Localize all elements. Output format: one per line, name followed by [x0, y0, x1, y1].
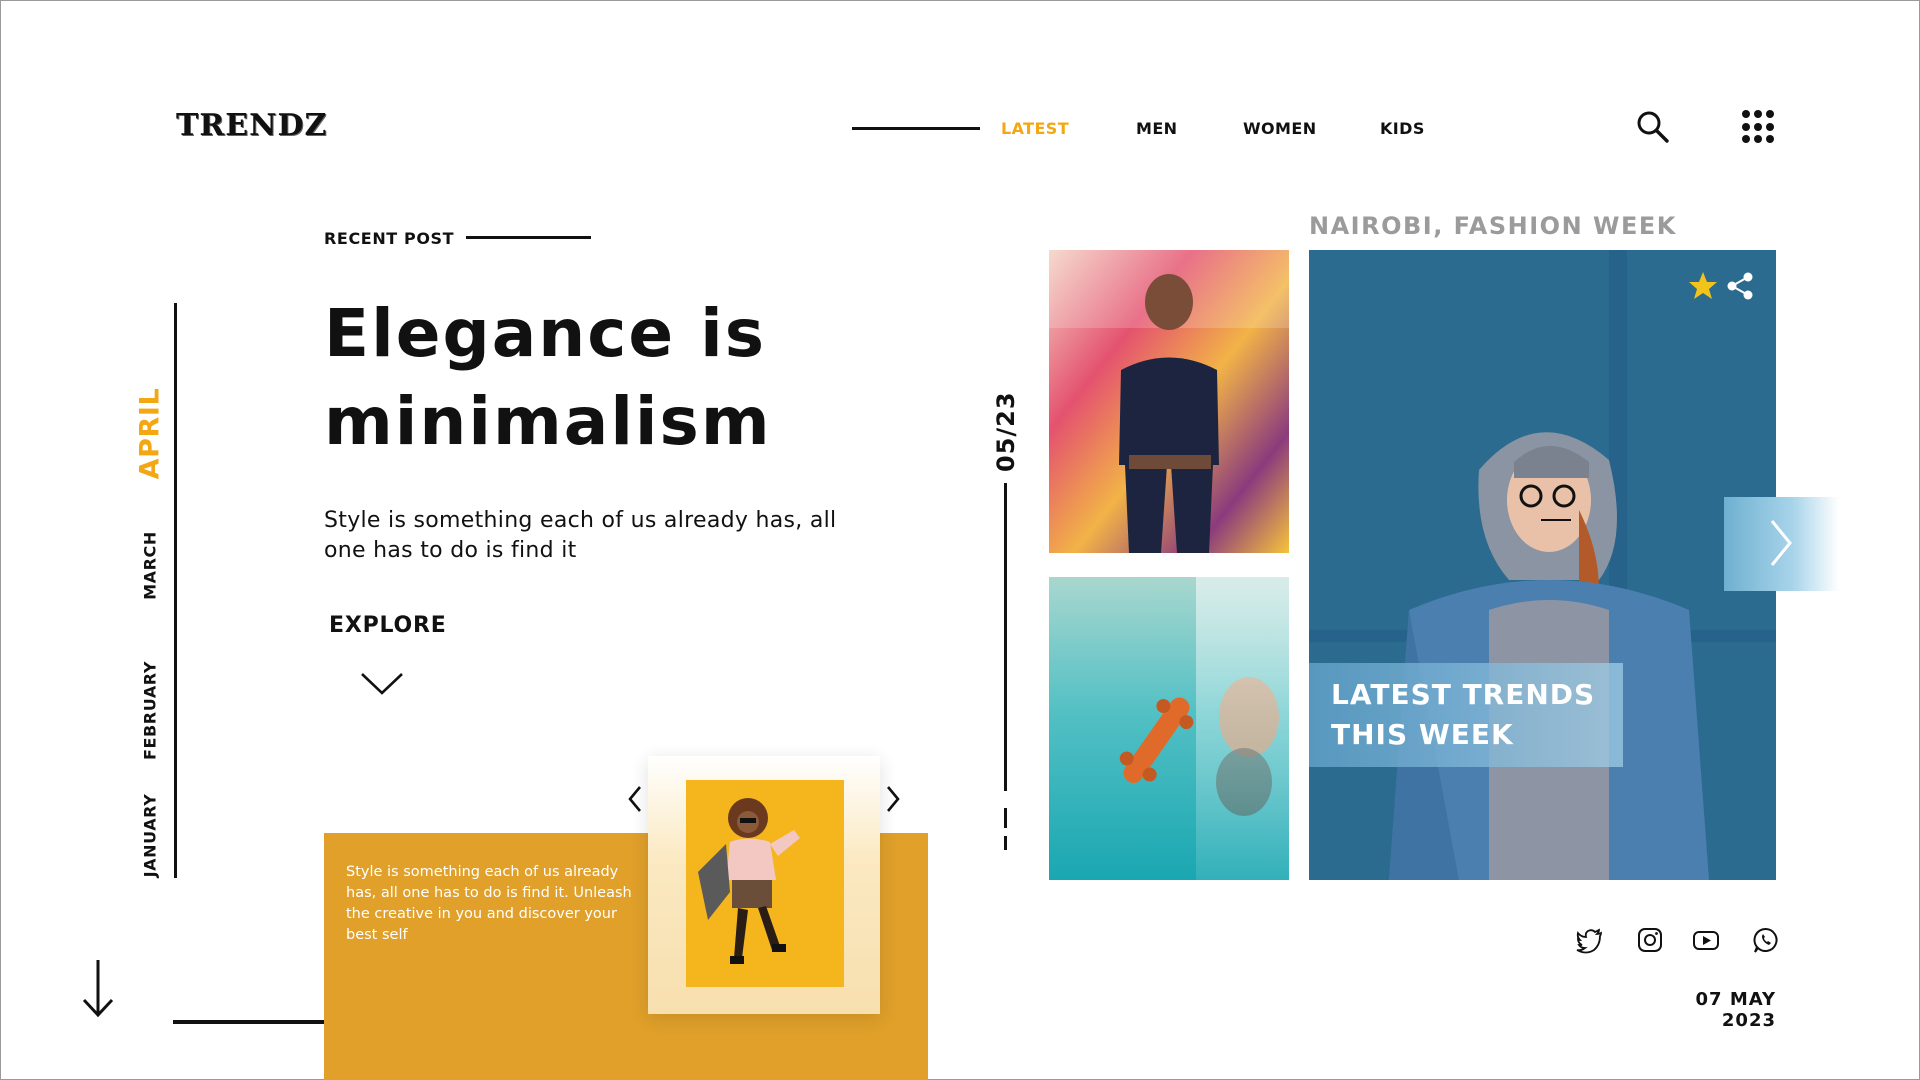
slide-counter: 05/23: [992, 391, 1020, 472]
counter-dash: [1004, 836, 1007, 850]
youtube-icon[interactable]: [1692, 926, 1720, 954]
nav-item-women[interactable]: WOMEN: [1243, 119, 1317, 138]
recent-post-line: [466, 236, 591, 239]
main-feature-image[interactable]: [1309, 250, 1776, 880]
scroll-down-arrow-icon[interactable]: [80, 958, 116, 1018]
recent-post-label: RECENT POST: [324, 229, 455, 248]
model-photo[interactable]: [686, 780, 844, 987]
counter-line: [1004, 483, 1007, 791]
chevron-right-icon: [1770, 520, 1792, 566]
month-january[interactable]: JANUARY: [141, 766, 160, 906]
star-icon[interactable]: [1688, 271, 1718, 301]
headline-line-1: Elegance is: [324, 295, 767, 372]
banner-line-2: THIS WEEK: [1331, 718, 1514, 751]
page-title: Elegance is minimalism: [324, 290, 884, 466]
explore-button[interactable]: EXPLORE: [329, 613, 447, 638]
timeline-line: [174, 303, 177, 878]
event-label: NAIROBI, FASHION WEEK: [1309, 212, 1677, 240]
post-subtext: Style is something each of us already ha…: [324, 508, 837, 563]
twitter-icon[interactable]: [1576, 926, 1604, 954]
chevron-left-icon[interactable]: [626, 784, 644, 814]
nav-item-kids[interactable]: KIDS: [1380, 119, 1425, 138]
share-icon[interactable]: [1726, 271, 1756, 301]
instagram-icon[interactable]: [1636, 926, 1664, 954]
month-april[interactable]: APRIL: [135, 364, 166, 504]
logo[interactable]: TRENDZ: [176, 108, 327, 143]
banner-line-1: LATEST TRENDS: [1331, 678, 1596, 711]
trends-banner[interactable]: LATEST TRENDS THIS WEEK: [1309, 663, 1623, 767]
month-march[interactable]: MARCH: [141, 496, 160, 636]
month-february[interactable]: FEBRUARY: [141, 641, 160, 781]
chevron-down-icon[interactable]: [360, 672, 404, 696]
whatsapp-icon[interactable]: [1752, 926, 1780, 954]
search-icon[interactable]: [1636, 110, 1670, 144]
counter-dash: [1004, 808, 1007, 828]
image-overlay-panel: [1196, 577, 1289, 880]
featured-card-text: Style is something each of us already ha…: [346, 864, 632, 943]
post-date: 07 MAY 2023: [1695, 989, 1776, 1031]
headline-line-2: minimalism: [324, 383, 772, 460]
nav-item-latest[interactable]: LATEST: [1001, 119, 1069, 138]
next-slide-button[interactable]: [1724, 497, 1839, 591]
gallery-image-skateboard[interactable]: [1049, 577, 1289, 880]
nav-item-men[interactable]: MEN: [1136, 119, 1177, 138]
gallery-image-woman-graffiti[interactable]: [1049, 250, 1289, 553]
apps-grid-icon[interactable]: [1742, 110, 1776, 144]
chevron-right-icon[interactable]: [884, 784, 902, 814]
nav-indicator-line: [852, 127, 980, 130]
